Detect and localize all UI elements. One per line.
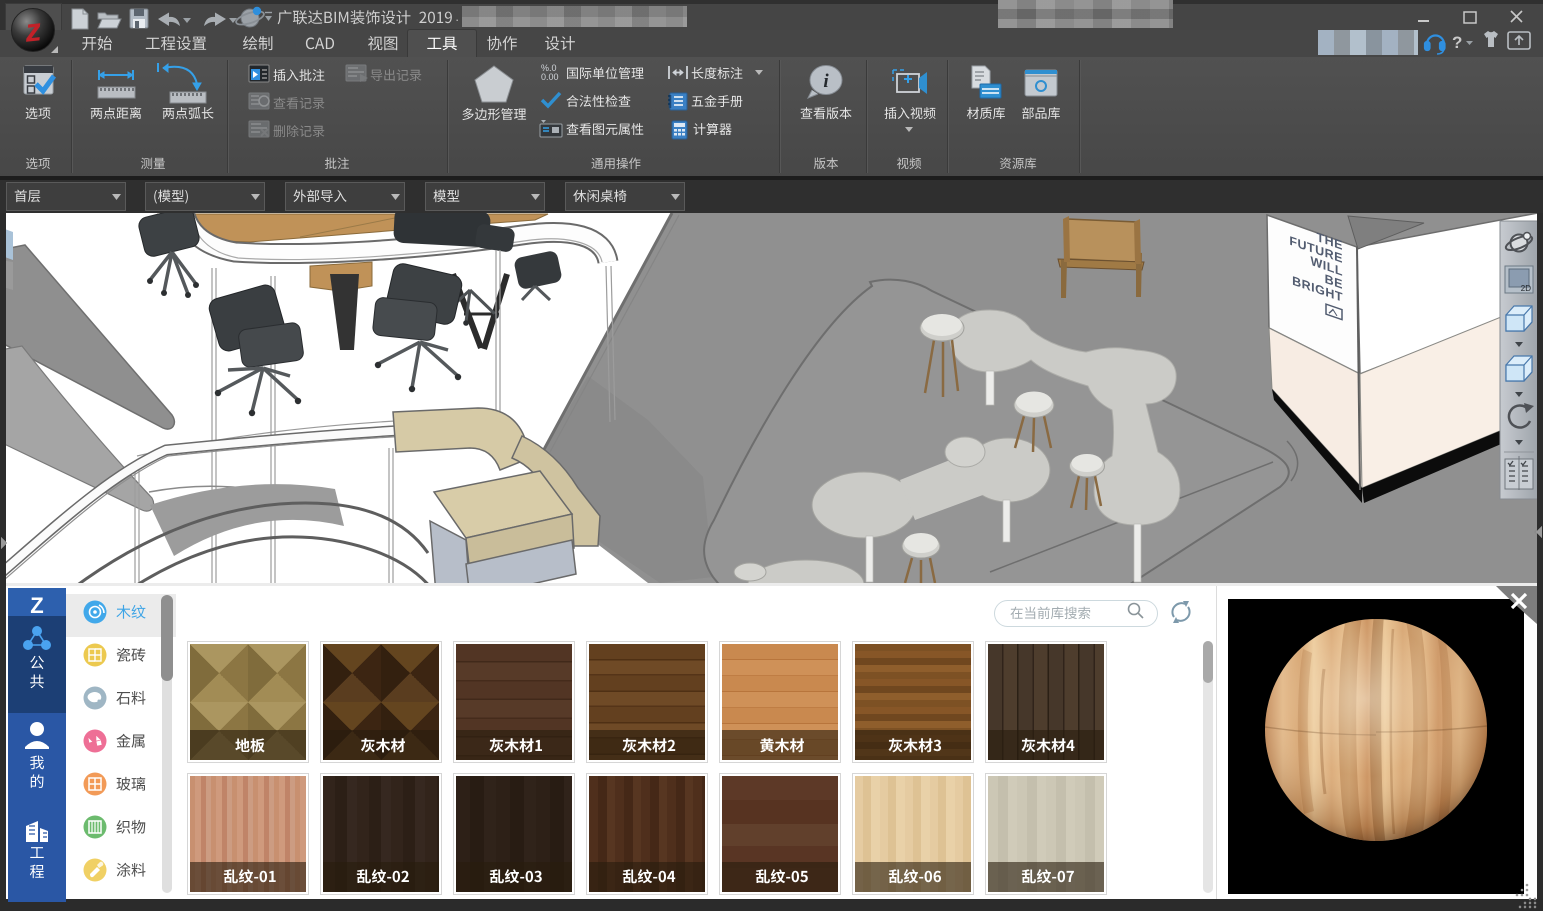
svg-text:2D: 2D [1521, 284, 1531, 293]
